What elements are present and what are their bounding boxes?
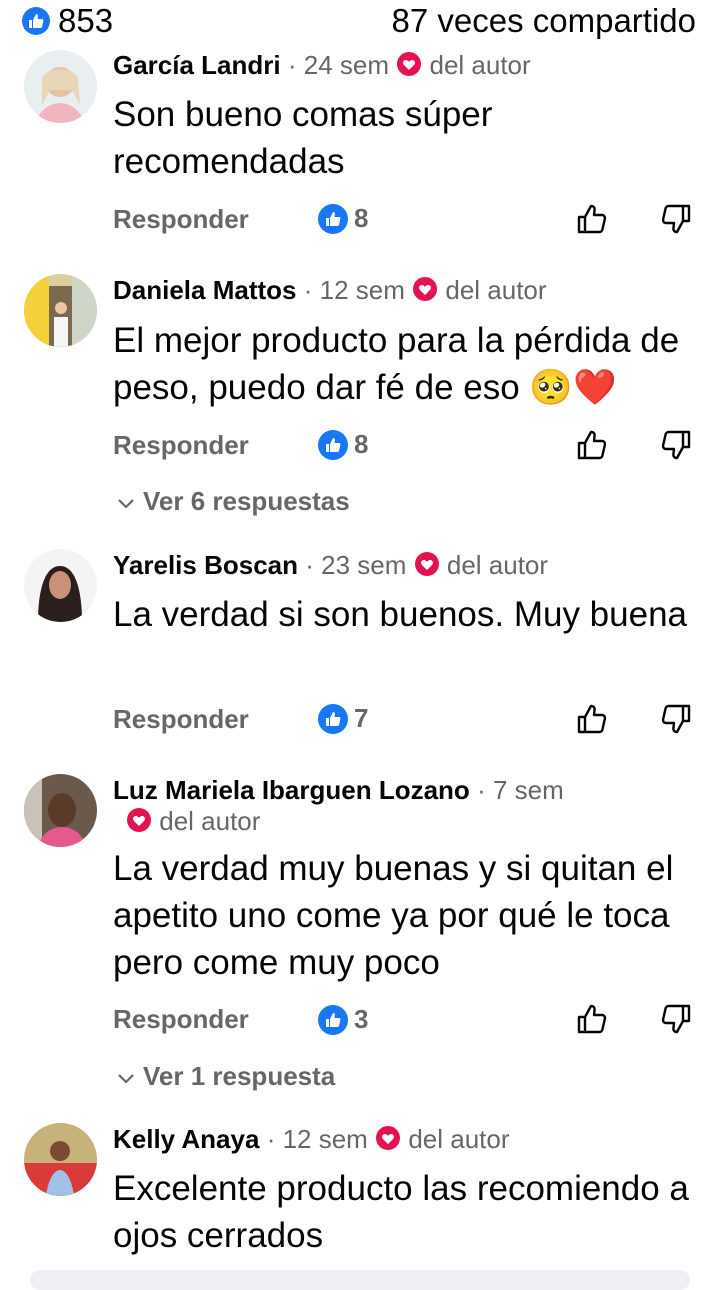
comment-text: El mejor producto para la pérdida de pes… <box>113 321 680 407</box>
like-reaction-icon <box>318 429 348 460</box>
downvote-icon[interactable] <box>659 702 693 741</box>
comment-text: Excelente producto las recomiendo a ojos… <box>113 1169 689 1255</box>
reaction-count[interactable]: 8 <box>318 429 368 460</box>
comment-time: · 12 sem <box>303 275 405 305</box>
reaction-count[interactable]: 8 <box>318 203 368 234</box>
reply-button[interactable]: Responder <box>113 204 249 235</box>
author-tag: del autor <box>159 806 261 836</box>
author-heart-icon <box>414 551 440 584</box>
comment-meta-author: del autor <box>126 806 260 840</box>
author-heart-icon <box>126 807 152 840</box>
reply-button[interactable]: Responder <box>113 430 249 461</box>
post-stats-bar: 853 87 veces compartido <box>0 0 720 46</box>
reply-button[interactable]: Responder <box>113 1004 249 1035</box>
commenter-name[interactable]: García Landri <box>113 50 281 80</box>
share-count[interactable]: 87 veces compartido <box>392 2 697 40</box>
author-tag: del autor <box>408 1124 510 1154</box>
reaction-count[interactable]: 3 <box>318 1004 368 1035</box>
avatar[interactable] <box>24 274 97 347</box>
comment-time: · 7 sem <box>477 775 564 805</box>
like-reaction-icon <box>318 1004 348 1035</box>
reaction-number: 3 <box>354 1004 369 1034</box>
author-heart-icon <box>412 276 438 309</box>
upvote-icon[interactable] <box>575 1002 609 1041</box>
view-replies-button[interactable]: Ver 6 respuestas <box>117 486 350 517</box>
reaction-number: 7 <box>354 703 369 733</box>
comment-text: La verdad muy buenas y si quitan el apet… <box>113 849 674 982</box>
view-replies-label: Ver 1 respuesta <box>143 1061 336 1091</box>
reply-button[interactable]: Responder <box>113 704 249 735</box>
commenter-name[interactable]: Yarelis Boscan <box>113 550 298 580</box>
upvote-icon[interactable] <box>575 702 609 741</box>
comment-meta: Daniela Mattos · 12 sem del autor <box>113 275 547 309</box>
comment-meta: Yarelis Boscan · 23 sem del autor <box>113 550 548 584</box>
downvote-icon[interactable] <box>659 202 693 241</box>
reaction-count[interactable]: 7 <box>318 703 368 734</box>
reaction-number: 8 <box>354 429 369 459</box>
comment-composer-bar[interactable] <box>30 1270 690 1290</box>
like-reaction-icon <box>22 7 50 35</box>
avatar[interactable] <box>24 50 97 123</box>
downvote-icon[interactable] <box>659 1002 693 1041</box>
author-tag: del autor <box>446 550 549 580</box>
view-replies-label: Ver 6 respuestas <box>143 486 350 516</box>
comment-time: · 12 sem <box>266 1124 368 1154</box>
chevron-down-icon <box>117 1061 135 1092</box>
upvote-icon[interactable] <box>575 428 609 467</box>
downvote-icon[interactable] <box>659 428 693 467</box>
upvote-icon[interactable] <box>575 202 609 241</box>
comment-text: Son bueno comas súper recomendadas <box>113 95 493 181</box>
comment-time: · 24 sem <box>287 50 390 80</box>
avatar[interactable] <box>24 1123 97 1196</box>
like-reaction-icon <box>318 703 348 734</box>
like-count[interactable]: 853 <box>58 2 113 40</box>
commenter-name[interactable]: Luz Mariela Ibarguen Lozano <box>113 775 470 805</box>
reaction-number: 8 <box>354 203 369 233</box>
comment-meta: Kelly Anaya · 12 sem del autor <box>113 1124 510 1158</box>
avatar[interactable] <box>24 774 97 847</box>
author-tag: del autor <box>429 50 531 80</box>
view-replies-button[interactable]: Ver 1 respuesta <box>117 1061 335 1092</box>
chevron-down-icon <box>117 486 135 517</box>
commenter-name[interactable]: Kelly Anaya <box>113 1124 259 1154</box>
author-heart-icon <box>396 51 422 84</box>
like-reaction-icon <box>318 203 348 234</box>
comment-text: La verdad si son buenos. Muy buena <box>113 595 687 634</box>
comment-meta: Luz Mariela Ibarguen Lozano · 7 sem <box>113 775 564 806</box>
author-heart-icon <box>375 1125 401 1158</box>
commenter-name[interactable]: Daniela Mattos <box>113 275 297 305</box>
comment-time: · 23 sem <box>305 550 407 580</box>
comment-meta: García Landri · 24 sem del autor <box>113 50 531 84</box>
author-tag: del autor <box>445 275 547 305</box>
avatar[interactable] <box>24 549 97 622</box>
